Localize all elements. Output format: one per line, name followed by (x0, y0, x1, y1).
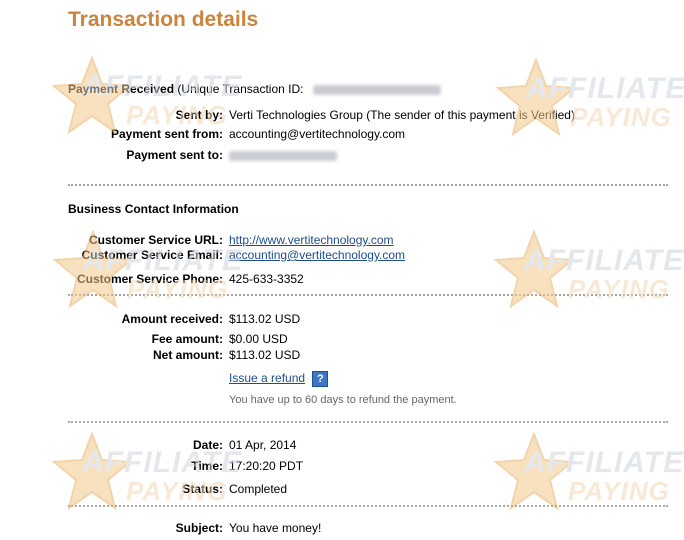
date-label: Date: (192, 438, 223, 452)
redacted-recipient-email (229, 150, 337, 161)
divider (68, 421, 668, 423)
fee-amount-label: Fee amount: (151, 332, 223, 346)
subject-label: Subject: (175, 521, 223, 535)
question-mark-icon[interactable]: ? (312, 371, 329, 387)
payment-received-line: Payment Received (Unique Transaction ID: (68, 82, 441, 96)
refund-row: Issue a refund ? (229, 371, 329, 387)
watermark-logo: AFFILIATE PAYING (493, 229, 684, 310)
sent-to-label: Payment sent to: (126, 148, 223, 162)
customer-service-url-link[interactable]: http://www.vertitechnology.com (229, 233, 394, 247)
time-label: Time: (191, 459, 223, 473)
refund-note: You have up to 60 days to refund the pay… (229, 394, 457, 406)
customer-service-email-link[interactable]: accounting@vertitechnology.com (229, 248, 405, 262)
issue-refund-link[interactable]: Issue a refund (229, 371, 305, 385)
watermark-logo: AFFILIATE PAYING (51, 55, 292, 136)
divider (68, 184, 668, 186)
watermark-logo: AFFILIATE PAYING (493, 431, 684, 512)
redacted-transaction-id (312, 84, 441, 95)
net-amount-value: $113.02 USD (229, 348, 301, 362)
watermark-line2: PAYING (568, 274, 670, 304)
amount-received-label: Amount received: (121, 312, 223, 326)
status-value: Completed (229, 482, 288, 496)
unique-id-label: (Unique Transaction ID: (177, 82, 304, 96)
star-logo-icon (51, 55, 133, 135)
amount-received-value: $113.02 USD (229, 312, 301, 326)
page-title: Transaction details (68, 8, 259, 31)
sent-by-value: Verti Technologies Group (The sender of … (229, 108, 575, 122)
star-logo-icon (495, 57, 577, 137)
customer-service-phone-value: 425-633-3352 (229, 272, 304, 286)
star-logo-icon (493, 431, 575, 511)
subject-value: You have money! (229, 521, 322, 535)
date-value: 01 Apr, 2014 (229, 438, 297, 452)
watermark-logo: AFFILIATE PAYING (495, 57, 684, 138)
watermark-line1: AFFILIATE (524, 244, 684, 277)
customer-service-url-label: Customer Service URL: (88, 233, 223, 247)
divider (68, 505, 668, 507)
customer-service-email-label: Customer Service Email: (81, 248, 223, 262)
watermark-line2: PAYING (570, 102, 672, 132)
status-label: Status: (182, 482, 223, 496)
watermark-line1: AFFILIATE (526, 72, 684, 105)
sent-to-value (229, 148, 337, 162)
customer-service-phone-label: Customer Service Phone: (76, 272, 223, 286)
watermark-line1: AFFILIATE (524, 446, 684, 479)
time-value: 17:20:20 PDT (229, 459, 304, 473)
star-logo-icon (493, 229, 575, 309)
sent-by-label: Sent by: (175, 108, 223, 122)
sent-from-label: Payment sent from: (110, 127, 223, 141)
payment-received-label: Payment Received (68, 82, 175, 96)
business-contact-heading: Business Contact Information (68, 202, 239, 216)
fee-amount-value: $0.00 USD (229, 332, 288, 346)
net-amount-label: Net amount: (153, 348, 223, 362)
star-logo-icon (51, 431, 133, 511)
watermark-line2: PAYING (568, 476, 670, 506)
sent-from-value: accounting@vertitechnology.com (229, 127, 406, 141)
divider (68, 294, 668, 296)
